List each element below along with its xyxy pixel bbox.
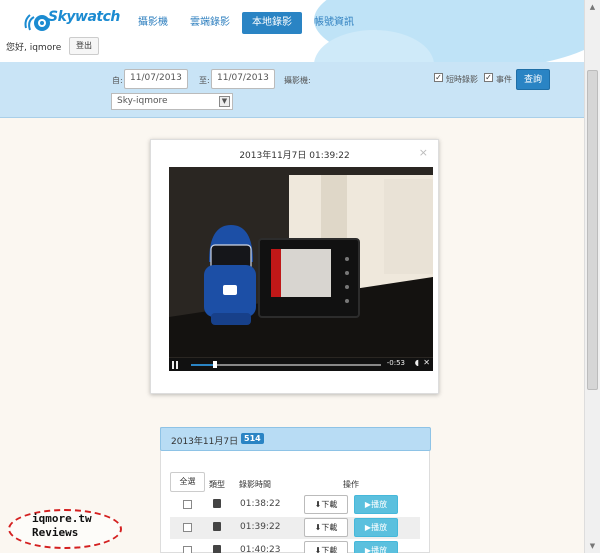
search-button[interactable]: 查詢: [516, 69, 550, 90]
to-date-input[interactable]: 11/07/2013: [211, 69, 275, 89]
record-row: 01:39:22 ⬇下載 ▶播放: [170, 517, 420, 539]
timed-recording-checkbox[interactable]: ✓: [434, 73, 443, 82]
play-button[interactable]: ▶播放: [354, 495, 398, 514]
logout-button[interactable]: 登出: [69, 37, 99, 55]
video-player-card: 2013年11月7日 01:39:22 × -0:53 ◖ ✕: [150, 139, 439, 394]
from-date-input[interactable]: 11/07/2013: [124, 69, 188, 89]
app-header: Skywatch 攝影機 雲端錄影 本地錄影 帳號資訊 您好, iqmore 登…: [0, 0, 584, 62]
row-checkbox[interactable]: [183, 500, 192, 509]
download-button[interactable]: ⬇下載: [304, 495, 348, 514]
nav-account-info[interactable]: 帳號資訊: [304, 12, 364, 34]
records-count-badge: 514: [241, 433, 264, 444]
timed-recording-label: 短時錄影: [446, 75, 478, 84]
download-button[interactable]: ⬇下載: [304, 541, 348, 553]
filter-bar: [0, 62, 584, 118]
close-icon[interactable]: ×: [419, 146, 428, 159]
record-row: 01:38:22 ⬇下載 ▶播放: [170, 494, 420, 516]
to-label: 至:: [199, 76, 210, 85]
select-all-button[interactable]: 全選: [170, 472, 205, 492]
user-greeting: 您好, iqmore: [6, 43, 62, 53]
chevron-down-icon: ▼: [219, 96, 230, 107]
watermark-line2: Reviews: [32, 526, 79, 539]
records-header: 2013年11月7日 514: [160, 427, 431, 451]
brand-name: Skywatch: [48, 9, 120, 25]
row-checkbox[interactable]: [183, 523, 192, 532]
nav-local-recording[interactable]: 本地錄影: [242, 12, 302, 34]
camera-select[interactable]: Sky-iqmore ▼: [111, 93, 233, 110]
video-frame[interactable]: -0:53 ◖ ✕: [169, 167, 433, 371]
film-icon: [213, 499, 221, 508]
record-time: 01:39:22: [240, 522, 281, 532]
event-checkbox[interactable]: ✓: [484, 73, 493, 82]
camera-select-value: Sky-iqmore: [117, 96, 168, 106]
time-remaining: -0:53: [386, 359, 405, 367]
film-icon: [213, 522, 221, 531]
record-time: 01:40:23: [240, 545, 281, 553]
scroll-up-icon[interactable]: ▲: [587, 2, 598, 12]
camera-label: 攝影機:: [284, 76, 311, 85]
nav-cloud-recording[interactable]: 雲端錄影: [180, 12, 240, 34]
col-time-header: 錄影時間: [239, 480, 271, 489]
from-label: 自:: [112, 76, 123, 85]
main-nav: 攝影機 雲端錄影 本地錄影 帳號資訊: [128, 12, 366, 34]
download-button[interactable]: ⬇下載: [304, 518, 348, 537]
video-scene: [169, 167, 433, 371]
event-label: 事件: [496, 75, 512, 84]
seek-bar: [191, 364, 381, 366]
row-checkbox[interactable]: [183, 546, 192, 553]
fullscreen-icon[interactable]: ✕: [423, 358, 430, 367]
records-date: 2013年11月7日: [171, 437, 239, 447]
play-button[interactable]: ▶播放: [354, 541, 398, 553]
col-type-header: 類型: [209, 480, 225, 489]
record-row: 01:40:23 ⬇下載 ▶播放: [170, 540, 420, 553]
col-action-header: 操作: [343, 480, 359, 489]
record-time: 01:38:22: [240, 499, 281, 509]
nav-cameras[interactable]: 攝影機: [128, 12, 178, 34]
page-scrollbar[interactable]: ▲ ▼: [584, 0, 600, 553]
player-title: 2013年11月7日 01:39:22: [239, 151, 350, 161]
video-controls: -0:53 ◖ ✕: [169, 358, 433, 371]
pause-icon: [172, 361, 174, 369]
film-icon: [213, 545, 221, 553]
play-button[interactable]: ▶播放: [354, 518, 398, 537]
scroll-thumb[interactable]: [587, 70, 598, 390]
seek-handle: [213, 361, 217, 368]
scroll-down-icon[interactable]: ▼: [587, 541, 598, 551]
volume-icon[interactable]: ◖: [415, 358, 419, 367]
watermark-line1: iqmore.tw: [32, 512, 92, 525]
